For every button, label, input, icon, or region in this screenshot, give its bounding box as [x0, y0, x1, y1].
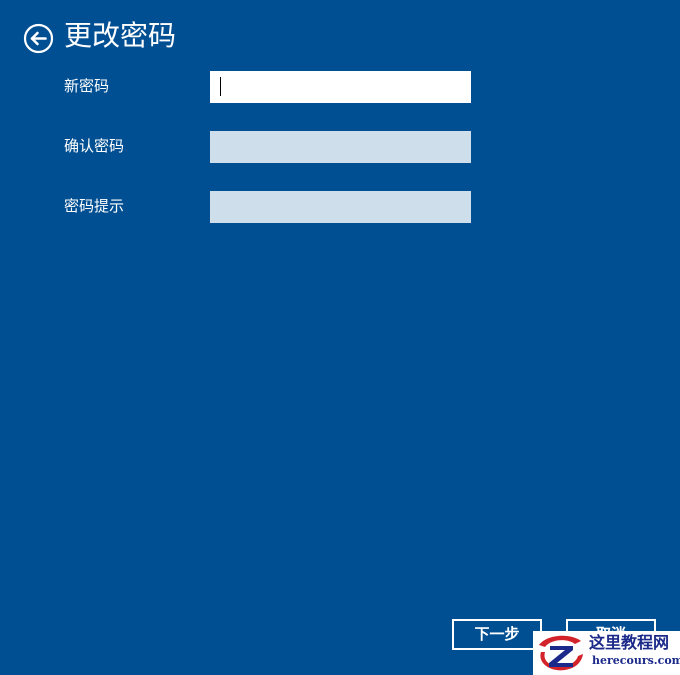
z-logo-icon [539, 635, 583, 671]
back-arrow-circle-icon [23, 23, 54, 54]
confirm-password-input[interactable] [210, 131, 471, 163]
new-password-label: 新密码 [64, 77, 110, 95]
password-hint-input[interactable] [210, 191, 471, 223]
text-caret [220, 77, 221, 96]
new-password-input[interactable] [210, 71, 471, 103]
confirm-password-label: 确认密码 [64, 137, 125, 155]
next-button[interactable]: 下一步 [452, 619, 542, 650]
page-title: 更改密码 [64, 19, 177, 52]
watermark-url: herecours.com [592, 654, 680, 667]
password-hint-label: 密码提示 [64, 197, 125, 215]
watermark: 这里教程网 herecours.com [533, 631, 680, 675]
back-button[interactable] [23, 23, 54, 54]
watermark-name: 这里教程网 [589, 633, 670, 652]
